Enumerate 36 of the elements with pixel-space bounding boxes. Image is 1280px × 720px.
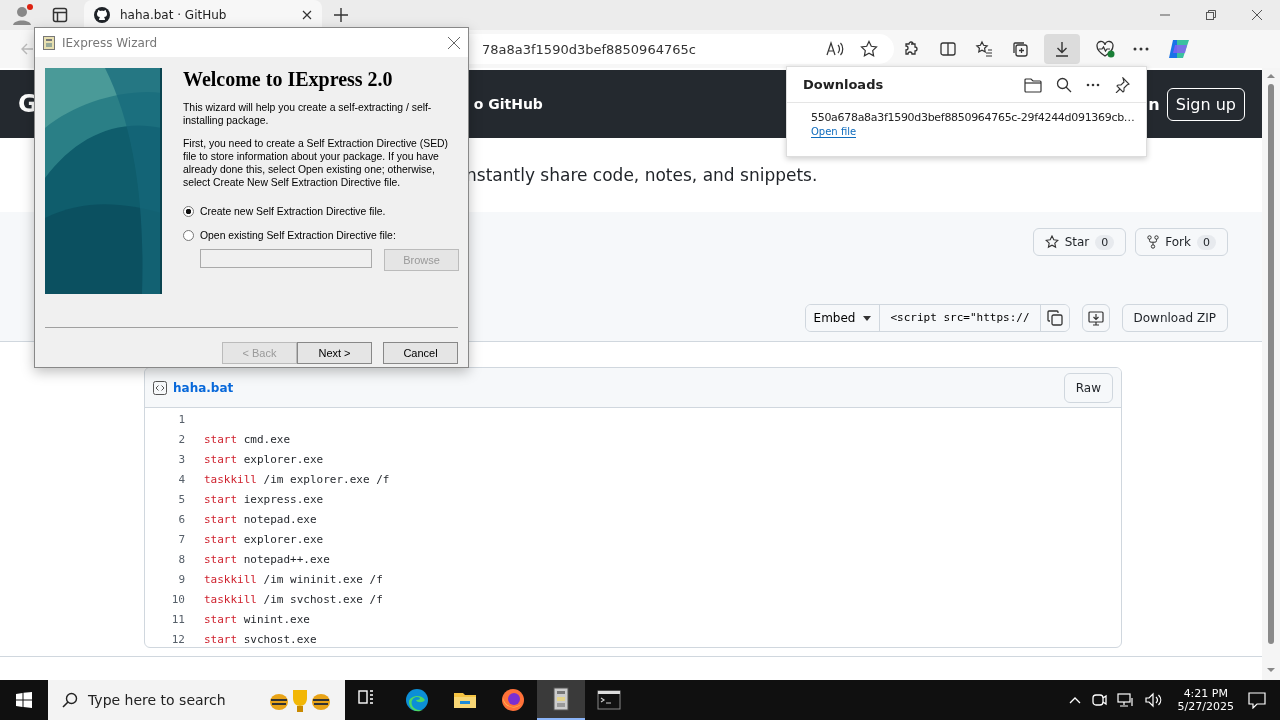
code-line: taskkill /im explorer.exe /f [204, 472, 390, 486]
code-line: start iexpress.exe [204, 492, 324, 506]
tab-title: haha.bat · GitHub [120, 8, 228, 22]
code-line: start notepad++.exe [204, 552, 330, 566]
count-badge: 0 [1095, 234, 1115, 250]
line-number: 8 [177, 552, 185, 566]
window-title: IExpress Wizard [62, 35, 158, 50]
code-line: taskkill /im wininit.exe /f [204, 572, 383, 586]
code-line: start svchost.exe [204, 632, 317, 646]
wizard-text: First, you need to create a Self Extraction Directive (SED) file to store information about your package. If you have already done this, select Open existing one; otherwise, select Create New Self Extraction Directive file. [183, 137, 450, 189]
line-number: 6 [177, 512, 185, 526]
radio-label: Create new Self Extraction Directive file. [200, 205, 386, 217]
line-number: 5 [177, 492, 185, 506]
line-number: 11 [170, 612, 185, 626]
wizard-heading: Welcome to IExpress 2.0 [183, 68, 394, 91]
code-line: start cmd.exe [204, 432, 291, 446]
code-line: start explorer.exe [204, 452, 324, 466]
code-line: start winint.exe [204, 612, 310, 626]
code-line: start explorer.exe [204, 532, 324, 546]
line-number: 3 [177, 452, 185, 466]
line-number: 12 [170, 632, 185, 646]
gist-description: nstantly share code, notes, and snippets. [466, 165, 818, 185]
code-line: taskkill /im svchost.exe /f [204, 592, 383, 606]
code-line: start notepad.exe [204, 512, 317, 526]
line-number: 4 [177, 472, 185, 486]
line-number: 9 [177, 572, 185, 586]
line-number: 10 [170, 592, 185, 606]
panel-title: Downloads [803, 77, 884, 92]
radio-label: Open existing Self Extraction Directive file: [200, 229, 396, 241]
url-text: 78a8a3f1590d3bef8850964765c [482, 41, 696, 57]
line-number: 7 [177, 532, 185, 546]
count-badge: 0 [1197, 234, 1216, 250]
file-name: 550a678a8a3f1590d3bef8850964765c-29f4244d091369cb… [811, 111, 1135, 124]
line-number: 2 [177, 432, 185, 446]
wizard-text: This wizard will help you create a self-extracting / self-installing package. [183, 101, 433, 127]
line-number: 1 [177, 412, 185, 426]
